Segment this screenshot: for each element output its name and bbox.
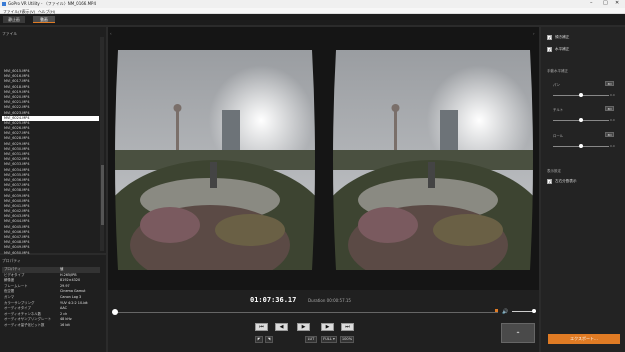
- roll-3d-badge[interactable]: 3D: [605, 132, 614, 137]
- preview-window-button[interactable]: ⌖: [501, 323, 535, 343]
- view-mode-dropdown[interactable]: FULL ▾: [321, 336, 337, 343]
- pan-label: パン: [553, 83, 560, 87]
- duration-label: Duration 00:00:57.15: [308, 298, 351, 303]
- split-view-label: 左右分割表示: [555, 179, 577, 183]
- tilt-value: 0.0: [610, 118, 615, 122]
- pan-3d-badge[interactable]: 3D: [605, 81, 614, 86]
- close-button[interactable]: ✕: [615, 1, 619, 6]
- tab-bar: 静止画 動画: [0, 14, 625, 25]
- tab-still[interactable]: 静止画: [3, 16, 25, 23]
- collapse-right-icon[interactable]: ›: [533, 31, 535, 36]
- tilt-correction-label: 傾き補正: [555, 35, 570, 39]
- file-list: MVI_6015.MP4 MVI_6016.MP4 MVI_6017.MP4 MVI_…: [2, 69, 99, 277]
- lut-button[interactable]: LUT: [305, 336, 317, 343]
- roll-slider[interactable]: [553, 144, 609, 148]
- play-button[interactable]: ▶: [297, 323, 310, 331]
- horizon-correction-label: 水平補正: [555, 47, 570, 51]
- property-key: オーディオ量子化ビット数: [4, 322, 45, 327]
- timecode-display: 01:07:36.17: [250, 296, 297, 304]
- pan-slider-handle[interactable]: [579, 93, 583, 97]
- video-viewer[interactable]: ‹ ›: [108, 27, 539, 290]
- mark-in-button[interactable]: ◤: [255, 336, 263, 343]
- window-title: GoPro VR Utility - 〈ファイル〉NM_0166.MP4: [8, 1, 97, 6]
- app-icon: [2, 1, 6, 6]
- file-panel: ファイル MVI_6015.MP4 MVI_6016.MP4 MVI_6017.MP…: [0, 27, 106, 275]
- tilt-correction-checkbox[interactable]: [547, 35, 552, 40]
- left-eye-frame: [110, 50, 320, 270]
- file-list-scrollbar[interactable]: [100, 37, 104, 251]
- pan-value: 0.0: [610, 93, 615, 97]
- step-forward-button[interactable]: ▶: [321, 323, 334, 331]
- seek-track[interactable]: [112, 311, 498, 313]
- volume-slider[interactable]: [512, 309, 536, 313]
- properties-table: プロパティ 値 ビデオタイプ H.265/IPB 解像度 8192×4320 フレームレ…: [2, 267, 100, 329]
- skip-to-end-button[interactable]: ⏭: [341, 323, 354, 331]
- pan-slider[interactable]: [553, 93, 609, 97]
- volume-handle[interactable]: [531, 309, 536, 313]
- properties-panel: プロパティ プロパティ 値 ビデオタイプ H.265/IPB 解像度 8192×432…: [0, 255, 106, 352]
- roll-label: ロール: [553, 134, 564, 138]
- tilt-slider-handle[interactable]: [579, 118, 583, 122]
- skip-to-start-button[interactable]: ⏮: [255, 323, 268, 331]
- property-value: 16 bit: [60, 322, 70, 327]
- zoom-level[interactable]: 100%: [340, 336, 354, 343]
- seek-bar[interactable]: [112, 309, 498, 315]
- property-row: オーディオ量子化ビット数 16 bit: [2, 323, 100, 329]
- split-view-checkbox[interactable]: [547, 179, 552, 184]
- mark-out-button[interactable]: ◥: [265, 336, 273, 343]
- tilt-slider[interactable]: [553, 118, 609, 122]
- manual-level-section-label: 手動水平補正: [547, 69, 568, 73]
- title-bar: GoPro VR Utility - 〈ファイル〉NM_0166.MP4 – □…: [0, 0, 625, 8]
- scrollbar-thumb[interactable]: [100, 165, 104, 225]
- maximize-button[interactable]: □: [603, 1, 608, 6]
- export-button[interactable]: エクスポート...: [548, 334, 620, 344]
- right-eye-frame: [328, 50, 538, 270]
- file-panel-header: ファイル: [2, 31, 18, 36]
- tilt-3d-badge[interactable]: 3D: [605, 106, 614, 111]
- step-back-button[interactable]: ◀: [275, 323, 288, 331]
- roll-value: 0.0: [610, 144, 615, 148]
- properties-header: プロパティ: [2, 258, 21, 263]
- minimize-button[interactable]: –: [590, 1, 593, 6]
- collapse-left-icon[interactable]: ‹: [110, 31, 112, 36]
- display-section-label: 表示設定: [547, 169, 561, 173]
- horizon-correction-checkbox[interactable]: [547, 47, 552, 52]
- settings-panel: 傾き補正 水平補正 手動水平補正 パン 3D 0.0 チルト 3D 0.0 ロー…: [541, 27, 625, 352]
- seek-end-marker: [495, 309, 498, 312]
- transport-panel: 01:07:36.17 Duration 00:00:57.15 ⏮ ◀ ▶ ▶…: [108, 290, 539, 352]
- tilt-label: チルト: [553, 108, 564, 112]
- tab-video[interactable]: 動画: [33, 16, 55, 23]
- volume-icon[interactable]: 🔊: [502, 309, 508, 315]
- seek-handle[interactable]: [112, 309, 118, 315]
- roll-slider-handle[interactable]: [579, 144, 583, 148]
